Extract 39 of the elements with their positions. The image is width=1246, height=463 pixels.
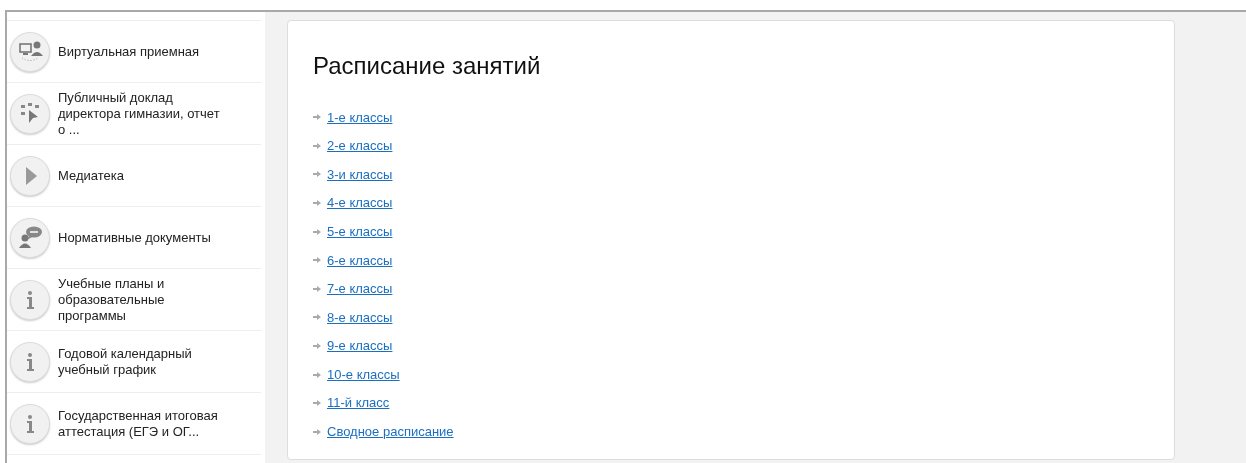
cursor-icon — [10, 93, 50, 134]
page-title: Расписание занятий — [313, 51, 541, 81]
chat-icon — [10, 217, 50, 258]
arrow-icon — [313, 170, 321, 179]
sidebar-link[interactable]: Нормативные документы — [58, 229, 228, 246]
arrow-icon — [313, 227, 321, 236]
schedule-link[interactable]: 5-е классы — [327, 221, 393, 242]
schedule-link[interactable]: 1-е классы — [327, 107, 393, 128]
schedule-link[interactable]: 9-е классы — [327, 336, 393, 356]
arrow-icon — [313, 427, 321, 436]
arrow-icon — [313, 342, 321, 351]
arrow-icon — [313, 370, 321, 379]
schedule-link[interactable]: 4-е классы — [327, 193, 393, 213]
arrow-icon — [313, 284, 321, 293]
schedule-link[interactable]: 11-й класс — [327, 393, 390, 413]
arrow-icon — [313, 313, 321, 322]
arrow-icon — [313, 256, 321, 265]
arrow-icon — [313, 141, 321, 150]
sidebar-link[interactable]: Годовой календарный учебный график — [58, 345, 228, 378]
info-icon — [10, 403, 50, 444]
arrow-icon — [313, 199, 321, 208]
people-icon — [10, 31, 50, 72]
arrow-icon — [313, 399, 321, 408]
schedule-link[interactable]: 6-е классы — [327, 250, 393, 270]
info-icon — [10, 279, 50, 320]
schedule-link[interactable]: 2-е классы — [327, 136, 393, 156]
schedule-link[interactable]: 8-е классы — [327, 307, 393, 328]
info-icon — [10, 341, 50, 382]
sidebar-link[interactable]: Публичный доклад директора гимназии, отчет о ... — [58, 89, 228, 138]
sidebar-link[interactable]: Учебные планы и образовательные программы — [58, 275, 228, 324]
sidebar-link[interactable]: Государственная итоговая аттестация (ЕГЭ и ОГ... — [58, 407, 228, 440]
arrow-icon — [313, 113, 321, 122]
sidebar-link[interactable]: Медиатека — [58, 167, 228, 184]
schedule-link[interactable]: 10-е классы — [327, 364, 400, 385]
schedule-link[interactable]: Сводное расписание — [327, 422, 454, 442]
play-icon — [10, 155, 50, 196]
sidebar-link[interactable]: Виртуальная приемная — [58, 43, 228, 60]
schedule-link[interactable]: 7-е классы — [327, 279, 393, 299]
schedule-link[interactable]: 3-и классы — [327, 164, 393, 185]
